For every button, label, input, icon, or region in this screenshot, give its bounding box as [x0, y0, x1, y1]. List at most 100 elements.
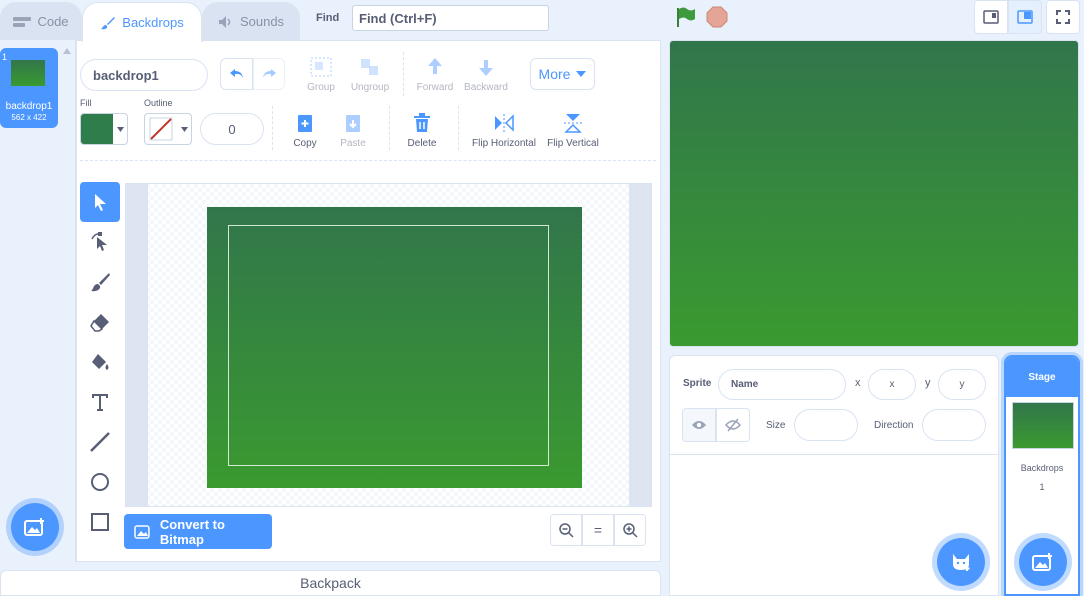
- chevron-down-icon: [576, 71, 587, 77]
- choose-sprite-button[interactable]: [937, 538, 985, 586]
- zoom-reset-button[interactable]: =: [582, 514, 614, 546]
- canvas-left-margin: [126, 184, 148, 506]
- backdrop-item[interactable]: 1 backdrop1 562 x 422: [0, 48, 58, 128]
- zoom-in-button[interactable]: [614, 514, 646, 546]
- eye-icon: [692, 421, 706, 429]
- group-button[interactable]: Group: [307, 56, 335, 93]
- hide-sprite-button[interactable]: [716, 408, 750, 442]
- large-stage-icon: [1017, 10, 1033, 24]
- backpack-bar[interactable]: Backpack: [0, 570, 661, 596]
- find-label: Find: [316, 12, 340, 24]
- choose-backdrop-button[interactable]: [11, 503, 59, 551]
- small-stage-icon: [983, 10, 999, 24]
- zoom-out-button[interactable]: [550, 514, 582, 546]
- size-input[interactable]: [794, 409, 858, 441]
- flip-horizontal-button[interactable]: Flip Horizontal: [470, 112, 538, 149]
- select-tool[interactable]: [80, 182, 120, 222]
- outline-color-picker[interactable]: [144, 113, 192, 145]
- backpack-label: Backpack: [300, 575, 361, 591]
- y-placeholder: y: [959, 379, 965, 390]
- tab-code[interactable]: Code: [0, 2, 82, 40]
- outline-width-input[interactable]: 0: [200, 113, 264, 145]
- redo-button[interactable]: [253, 58, 285, 90]
- text-icon: [92, 394, 108, 411]
- tab-sounds[interactable]: Sounds: [202, 2, 300, 40]
- more-button[interactable]: More: [530, 58, 595, 90]
- sprite-name-input[interactable]: Name: [718, 369, 846, 400]
- show-sprite-button[interactable]: [682, 408, 716, 442]
- delete-label: Delete: [407, 138, 437, 149]
- circle-icon: [91, 473, 109, 491]
- eraser-tool[interactable]: [80, 302, 120, 342]
- circle-tool[interactable]: [80, 462, 120, 502]
- x-input[interactable]: x: [868, 369, 916, 400]
- undo-button[interactable]: [220, 58, 253, 90]
- y-input[interactable]: y: [938, 369, 986, 400]
- copy-button[interactable]: Copy: [290, 112, 320, 149]
- choose-stage-backdrop-button[interactable]: [1019, 538, 1067, 586]
- large-stage-button[interactable]: [1008, 0, 1042, 34]
- eye-slash-icon: [725, 418, 741, 432]
- stage-title: Stage: [1028, 371, 1056, 383]
- brush-icon: [101, 16, 116, 29]
- direction-input[interactable]: [922, 409, 986, 441]
- zoom-reset-label: =: [593, 522, 603, 538]
- green-flag-icon[interactable]: [674, 6, 696, 28]
- tab-sounds-label: Sounds: [239, 14, 285, 29]
- sprite-label: Sprite: [683, 378, 712, 389]
- reshape-tool[interactable]: [80, 222, 120, 262]
- reshape-icon: [91, 232, 107, 251]
- backdrops-count: 1: [1039, 482, 1045, 492]
- small-stage-button[interactable]: [974, 0, 1008, 34]
- stage[interactable]: [669, 40, 1079, 347]
- backward-button[interactable]: Backward: [464, 56, 508, 93]
- rectangle-tool[interactable]: [80, 502, 120, 542]
- y-label: y: [925, 377, 931, 389]
- fill-tool[interactable]: [80, 342, 120, 382]
- group-icon: [310, 57, 332, 77]
- text-tool[interactable]: [80, 382, 120, 422]
- backdrop-item-size: 562 x 422: [11, 113, 47, 122]
- selection-outline: [228, 225, 549, 466]
- code-icon: [13, 16, 32, 27]
- tab-backdrops[interactable]: Backdrops: [82, 2, 202, 42]
- caret-down-icon: [181, 126, 188, 132]
- fill-label: Fill: [80, 98, 92, 108]
- eraser-icon: [90, 314, 109, 332]
- stop-icon[interactable]: [706, 6, 728, 28]
- direction-label: Direction: [874, 420, 914, 431]
- line-tool[interactable]: [80, 422, 120, 462]
- redo-icon: [263, 69, 276, 78]
- backdrop-rectangle[interactable]: [207, 207, 582, 488]
- forward-button[interactable]: Forward: [416, 56, 454, 93]
- add-backdrop-icon: [1032, 553, 1052, 571]
- paste-button[interactable]: Paste: [338, 112, 368, 149]
- fullscreen-button[interactable]: [1046, 0, 1080, 34]
- backward-label: Backward: [464, 82, 508, 93]
- backdrop-list-scrollbar[interactable]: [62, 42, 72, 542]
- backdrop-item-thumbnail: [11, 60, 45, 86]
- size-label: Size: [766, 420, 786, 431]
- add-backdrop-icon: [24, 518, 44, 536]
- convert-to-bitmap-button[interactable]: Convert to Bitmap: [124, 514, 272, 549]
- ungroup-button[interactable]: Ungroup: [350, 56, 390, 93]
- toolbar-divider: [403, 52, 404, 96]
- flip-horizontal-icon: [495, 114, 514, 132]
- brush-icon: [91, 273, 110, 292]
- fill-color-picker[interactable]: [80, 113, 128, 145]
- canvas-right-margin: [629, 184, 651, 506]
- paste-icon: [346, 115, 360, 132]
- paint-canvas[interactable]: [125, 183, 652, 507]
- backdrop-item-index: 1: [2, 52, 8, 62]
- flip-vertical-button[interactable]: Flip Vertical: [546, 112, 600, 149]
- ungroup-icon: [361, 59, 378, 75]
- costume-name-input[interactable]: backdrop1: [80, 59, 208, 91]
- arrow-cursor-icon: [95, 194, 106, 211]
- group-label: Group: [307, 82, 335, 93]
- toolbar-divider: [272, 106, 273, 150]
- convert-to-bitmap-label: Convert to Bitmap: [159, 516, 225, 547]
- backdrop-item-name: backdrop1: [5, 101, 53, 112]
- delete-button[interactable]: Delete: [406, 112, 438, 149]
- find-input[interactable]: Find (Ctrl+F): [352, 5, 549, 31]
- brush-tool[interactable]: [80, 262, 120, 302]
